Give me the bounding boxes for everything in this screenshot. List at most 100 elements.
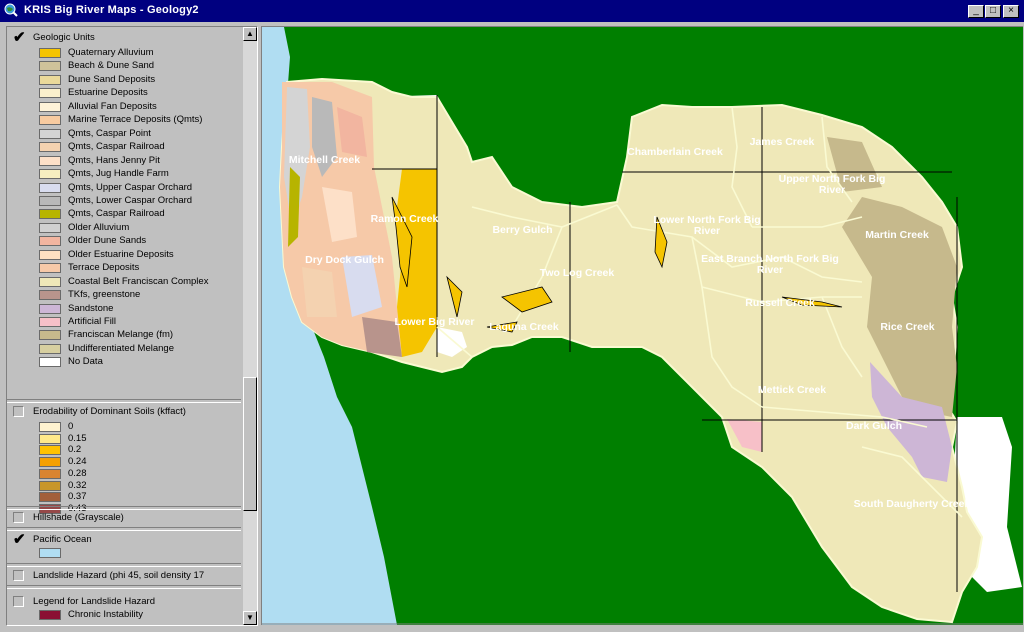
legend-swatch — [39, 249, 61, 260]
legend-label: Older Dune Sands — [68, 235, 147, 247]
legend-swatch — [39, 182, 61, 193]
layer-pacific-ocean[interactable]: ✔ Pacific Ocean — [11, 533, 241, 547]
legend-swatch — [39, 492, 61, 503]
legend-swatch — [39, 317, 61, 327]
legend-label: Marine Terrace Deposits (Qmts) — [68, 114, 203, 126]
legend-item: Older Dune Sands — [39, 235, 241, 247]
legend-swatch — [39, 357, 61, 368]
legend-swatch — [39, 263, 61, 274]
legend-label: 0.2 — [68, 444, 82, 456]
legend-item: 0.2 — [39, 444, 241, 456]
legend-item: Dune Sand Deposits — [39, 74, 241, 86]
legend-label: Coastal Belt Franciscan Complex — [68, 275, 209, 287]
maximize-button[interactable]: □ — [985, 5, 1001, 18]
legend-swatch — [39, 115, 61, 126]
map-view[interactable]: Chamberlain Creek James Creek Upper Nort… — [261, 26, 1023, 625]
divider — [7, 585, 241, 589]
legend-swatch — [39, 128, 61, 139]
legend-item: Quaternary Alluvium — [39, 47, 241, 59]
legend-item-ocean — [39, 547, 241, 559]
legend-item: Qmts, Upper Caspar Orchard — [39, 182, 241, 194]
map-label-ramon-creek: Ramon Creek — [370, 213, 439, 225]
layer-hillshade[interactable]: Hillshade (Grayscale) — [11, 511, 241, 525]
map-label-mitchell-creek: Mitchell Creek — [288, 154, 361, 166]
legend-item: 0.32 — [39, 480, 241, 492]
layer-landslide-legend[interactable]: Legend for Landslide Hazard — [11, 595, 241, 609]
map-label-dark-gulch: Dark Gulch — [845, 420, 903, 432]
layer-checkbox[interactable]: ✔ — [13, 31, 26, 45]
legend-item: Estuarine Deposits — [39, 87, 241, 99]
map-label-two-log-creek: Two Log Creek — [539, 267, 615, 279]
map-label-chamberlain-creek: Chamberlain Creek — [627, 146, 723, 158]
legend-swatch — [39, 101, 61, 112]
scroll-up-arrow-icon[interactable]: ▲ — [243, 27, 257, 41]
legend-label: Sandstone — [68, 302, 114, 314]
legend-swatch — [39, 290, 61, 301]
table-of-contents: ✔ Geologic Units Quaternary Alluvium Beac… — [6, 26, 258, 626]
map-label-berry-gulch: Berry Gulch — [492, 224, 553, 236]
legend-swatch — [39, 61, 61, 72]
legend-swatch — [39, 457, 61, 468]
legend-label: TKfs, greenstone — [68, 289, 141, 301]
layer-name: Hillshade (Grayscale) — [33, 512, 124, 523]
legend-label: Chronic Instability — [68, 609, 143, 620]
legend-swatch — [39, 195, 61, 206]
scroll-thumb[interactable] — [243, 377, 257, 511]
globe-icon — [4, 3, 18, 17]
legend-item: Qmts, Jug Handle Farm — [39, 168, 241, 180]
legend-label: 0 — [68, 421, 74, 432]
legend-swatch — [39, 330, 61, 341]
legend-label: No Data — [68, 356, 103, 368]
layer-checkbox[interactable] — [13, 596, 24, 607]
legend-swatch — [39, 422, 61, 432]
layer-checkbox[interactable]: ✔ — [13, 533, 26, 547]
legend-label: 0.32 — [68, 479, 87, 491]
legend-swatch — [39, 236, 61, 247]
minimize-button[interactable]: _ — [968, 5, 984, 18]
legend-label: Older Alluvium — [68, 221, 130, 233]
legend-label: Artificial Fill — [68, 316, 117, 327]
legend-label: Qmts, Upper Caspar Orchard — [68, 181, 193, 193]
legend-item: Undifferentiated Melange — [39, 343, 241, 355]
legend-swatch — [39, 169, 61, 180]
legend-label: Undifferentiated Melange — [68, 342, 174, 354]
legend-item: Older Alluvium — [39, 222, 241, 234]
legend-swatch — [39, 142, 61, 153]
layer-checkbox[interactable] — [13, 406, 24, 417]
legend-swatch — [39, 343, 61, 354]
legend-item: Qmts, Caspar Railroad — [39, 141, 241, 153]
legend-label: Terrace Deposits — [68, 262, 140, 274]
legend-item: 0 — [39, 421, 241, 433]
legend-label: Qmts, Caspar Railroad — [68, 208, 165, 220]
map-label-south-daugherty-creek: South Daugherty Creek — [853, 498, 971, 510]
map-label-mettick-creek: Mettick Creek — [757, 384, 827, 396]
map-label-james-creek: James Creek — [749, 136, 815, 148]
divider — [7, 506, 241, 510]
layer-geologic-units[interactable]: ✔ Geologic Units — [11, 31, 241, 45]
layer-erodability[interactable]: Erodability of Dominant Soils (kffact) — [11, 405, 241, 419]
layer-checkbox[interactable] — [13, 570, 24, 581]
scroll-down-arrow-icon[interactable]: ▼ — [243, 611, 257, 625]
layer-checkbox[interactable] — [13, 512, 24, 523]
legend-swatch — [39, 74, 61, 85]
map-label-rice-creek: Rice Creek — [880, 321, 935, 333]
toc-scrollbar[interactable]: ▲ ▼ — [243, 27, 257, 625]
divider — [7, 563, 241, 567]
legend-label: Alluvial Fan Deposits — [68, 100, 157, 112]
legend-item: Sandstone — [39, 303, 241, 315]
legend-swatch — [39, 468, 61, 479]
legend-item: TKfs, greenstone — [39, 289, 241, 301]
map-label-laguna-creek: Laguna Creek — [489, 321, 559, 333]
close-button[interactable]: × — [1003, 5, 1019, 18]
layer-name: Legend for Landslide Hazard — [33, 596, 156, 607]
layer-name: Landslide Hazard (phi 45, soil density 1… — [33, 570, 205, 581]
layer-landslide-hazard[interactable]: Landslide Hazard (phi 45, soil density 1… — [11, 569, 241, 583]
legend-swatch — [39, 155, 61, 166]
window-title: KRIS Big River Maps - Geology2 — [24, 4, 199, 16]
legend-swatch — [39, 209, 61, 220]
layer-list: ✔ Geologic Units Quaternary Alluvium Beac… — [7, 27, 241, 625]
legend-label: Quaternary Alluvium — [68, 47, 154, 58]
legend-item: 0.15 — [39, 433, 241, 445]
legend-item: Terrace Deposits — [39, 262, 241, 274]
legend-swatch — [39, 88, 61, 99]
